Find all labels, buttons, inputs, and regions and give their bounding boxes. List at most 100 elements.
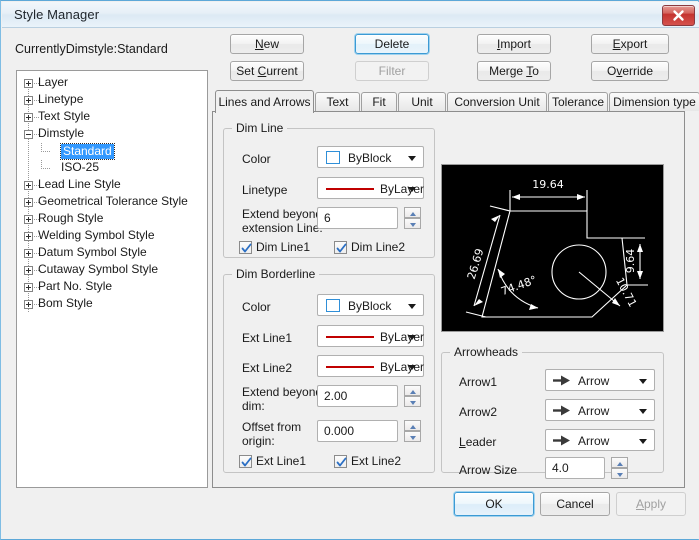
button-label: OK <box>485 497 503 511</box>
tree-expand-icon[interactable] <box>24 300 33 309</box>
tree-item-geometrical-tolerance-style[interactable]: Geometrical Tolerance Style <box>17 194 207 211</box>
tree-expand-icon[interactable] <box>24 181 33 190</box>
tree-item-welding-symbol-style[interactable]: Welding Symbol Style <box>17 228 207 245</box>
tree-item-layer[interactable]: Layer <box>17 75 207 92</box>
chevron-down-icon <box>639 439 647 444</box>
tab-lines-and-arrows[interactable]: Lines and Arrows <box>215 90 314 113</box>
spinner-up-icon[interactable] <box>404 385 421 396</box>
arrow2-label: Arrow2 <box>459 405 498 419</box>
tree-expand-icon[interactable] <box>24 232 33 241</box>
button-new[interactable]: New <box>230 34 304 54</box>
ext-line-2-value: ByLayer <box>380 360 425 374</box>
tab-fit[interactable]: Fit <box>361 92 397 111</box>
title-bar[interactable]: Style Manager <box>2 2 699 28</box>
tab-text[interactable]: Text <box>315 92 360 111</box>
arrow-size-spinner[interactable] <box>611 457 628 479</box>
tree-item-lead-line-style[interactable]: Lead Line Style <box>17 177 207 194</box>
borderline-extend-spinner[interactable] <box>404 385 421 407</box>
borderline-color-combo[interactable]: ByBlock <box>317 294 424 316</box>
window-title: Style Manager <box>14 7 100 22</box>
button-delete[interactable]: Delete <box>355 34 429 54</box>
tree-item-standard[interactable]: Standard <box>17 143 207 160</box>
borderline-extend-input[interactable]: 2.00 <box>317 385 398 407</box>
leader-combo[interactable]: Arrow <box>545 429 655 451</box>
dim-line-extend-spinner[interactable] <box>404 207 421 229</box>
tab-tolerance[interactable]: Tolerance <box>548 92 608 111</box>
borderline-color-label: Color <box>242 300 271 314</box>
color-swatch-icon <box>326 299 340 312</box>
group-dim-borderline-title: Dim Borderline <box>232 267 320 281</box>
button-cancel[interactable]: Cancel <box>540 492 610 516</box>
button-label: Override <box>606 64 654 78</box>
group-arrowheads: Arrowheads Arrow1 Arrow Arrow2 Arrow Lea… <box>441 345 664 479</box>
ext-line-1-combo[interactable]: ByLayer <box>317 325 424 347</box>
style-tree[interactable]: Layer Linetype Text Style Dimstyle Standard I… <box>16 70 208 488</box>
offset-origin-label: Offset from <box>242 420 302 434</box>
button-import[interactable]: Import <box>477 34 551 54</box>
offset-origin-spinner[interactable] <box>404 420 421 442</box>
tree-expand-icon[interactable] <box>24 266 33 275</box>
tree-item-iso-25[interactable]: ISO-25 <box>17 160 207 177</box>
window-frame: Style Manager CurrentlyDimstyle:Standard… <box>0 0 699 540</box>
current-dimstyle-label: CurrentlyDimstyle:Standard <box>15 42 168 56</box>
tree-expand-icon[interactable] <box>24 283 33 292</box>
tree-item-linetype[interactable]: Linetype <box>17 92 207 109</box>
ext-line-2-combo[interactable]: ByLayer <box>317 355 424 377</box>
preview-dim-right: 9.64 <box>624 249 637 274</box>
checkbox-box <box>239 241 252 254</box>
button-apply: Apply <box>616 492 686 516</box>
tree-item-datum-symbol-style[interactable]: Datum Symbol Style <box>17 245 207 262</box>
spinner-up-icon[interactable] <box>404 420 421 431</box>
tree-expand-icon[interactable] <box>24 198 33 207</box>
tab-dimension-type[interactable]: Dimension type <box>609 92 699 111</box>
button-label: Delete <box>374 37 410 51</box>
spinner-down-icon[interactable] <box>404 396 421 407</box>
button-merge-to[interactable]: Merge To <box>477 61 551 81</box>
dim-line-color-value: ByBlock <box>348 151 392 165</box>
arrow1-combo[interactable]: Arrow <box>545 369 655 391</box>
button-set-current[interactable]: Set Current <box>230 61 304 81</box>
tree-item-label: Part No. Style <box>38 279 113 293</box>
tab-unit[interactable]: Unit <box>398 92 446 111</box>
spinner-down-icon[interactable] <box>404 218 421 229</box>
tree-item-label: Dimstyle <box>38 126 85 140</box>
tree-expand-icon[interactable] <box>24 249 33 258</box>
check-icon <box>241 457 252 467</box>
button-ok[interactable]: OK <box>454 492 534 516</box>
tree-item-text-style[interactable]: Text Style <box>17 109 207 126</box>
chevron-down-icon <box>408 335 416 340</box>
tree-collapse-icon[interactable] <box>24 130 33 139</box>
ext-line-2-label: Ext Line2 <box>242 361 293 375</box>
dim-line-extend-input[interactable]: 6 <box>317 207 398 229</box>
tab-label: Fit <box>372 95 386 109</box>
spinner-up-icon[interactable] <box>611 457 628 468</box>
button-label: New <box>254 37 279 51</box>
tree-item-cutaway-symbol-style[interactable]: Cutaway Symbol Style <box>17 262 207 279</box>
arrow-size-input[interactable]: 4.0 <box>545 457 605 479</box>
tree-item-rough-style[interactable]: Rough Style <box>17 211 207 228</box>
tree-item-bom-style[interactable]: Bom Style <box>17 296 207 313</box>
tree-expand-icon[interactable] <box>24 96 33 105</box>
tree-item-part-no-style[interactable]: Part No. Style <box>17 279 207 296</box>
close-icon[interactable] <box>662 5 695 26</box>
arrow2-combo[interactable]: Arrow <box>545 399 655 421</box>
dim-line-linetype-combo[interactable]: ByLayer <box>317 177 424 199</box>
tree-item-label: Datum Symbol Style <box>38 245 147 259</box>
chevron-down-icon <box>408 304 416 309</box>
preview-dim-angle: 74.48° <box>499 273 538 298</box>
tree-expand-icon[interactable] <box>24 113 33 122</box>
button-export[interactable]: Export <box>591 34 669 54</box>
checkbox-box <box>239 455 252 468</box>
tree-item-dimstyle[interactable]: Dimstyle <box>17 126 207 143</box>
button-label: Cancel <box>556 497 594 511</box>
tree-expand-icon[interactable] <box>24 79 33 88</box>
tab-conversion-unit[interactable]: Conversion Unit <box>447 92 547 111</box>
spinner-down-icon[interactable] <box>404 431 421 442</box>
dim-line-color-combo[interactable]: ByBlock <box>317 146 424 168</box>
spinner-down-icon[interactable] <box>611 468 628 479</box>
spinner-up-icon[interactable] <box>404 207 421 218</box>
arrowhead-icon <box>553 375 570 386</box>
tree-expand-icon[interactable] <box>24 215 33 224</box>
button-override[interactable]: Override <box>591 61 669 81</box>
offset-origin-input[interactable]: 0.000 <box>317 420 398 442</box>
